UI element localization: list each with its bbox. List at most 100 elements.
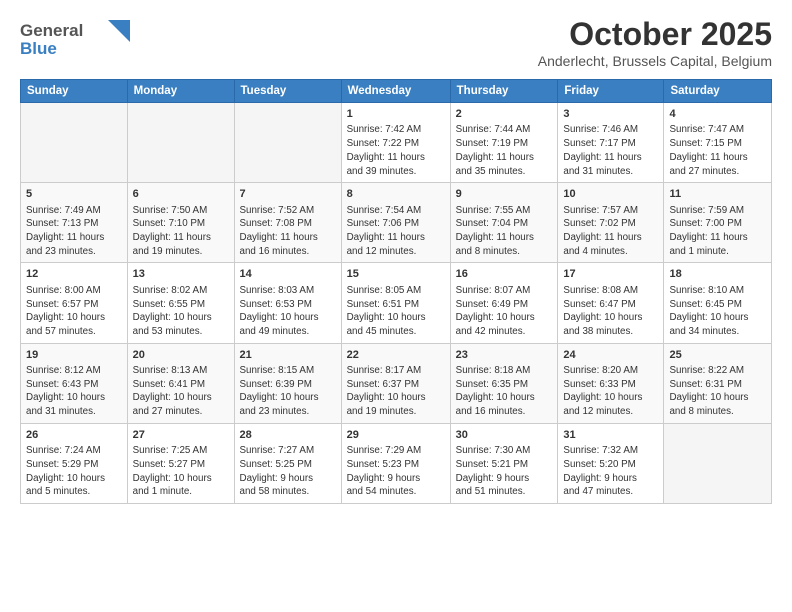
day-info: Sunrise: 7:25 AM Sunset: 5:27 PM Dayligh… — [133, 444, 229, 499]
calendar-cell-w1-d3 — [234, 103, 341, 183]
calendar-cell-w2-d7: 11Sunrise: 7:59 AM Sunset: 7:00 PM Dayli… — [664, 183, 772, 263]
day-info: Sunrise: 7:55 AM Sunset: 7:04 PM Dayligh… — [456, 204, 553, 259]
day-number: 9 — [456, 187, 553, 202]
svg-text:Blue: Blue — [20, 39, 57, 58]
col-sunday: Sunday — [21, 80, 128, 103]
calendar-cell-w2-d1: 5 Sunrise: 7:49 AM Sunset: 7:13 PM Daylig… — [21, 183, 128, 263]
day-number: 5 — [26, 187, 122, 202]
day-info: Sunrise: 8:05 AM Sunset: 6:51 PM Dayligh… — [347, 284, 445, 339]
day-info: Sunrise: 7:50 AM Sunset: 7:10 PM Dayligh… — [133, 204, 229, 259]
calendar-cell-w5-d5: 30Sunrise: 7:30 AM Sunset: 5:21 PM Dayli… — [450, 423, 558, 503]
day-number: 3 — [563, 107, 658, 122]
day-number: 15 — [347, 267, 445, 282]
day-number: 10 — [563, 187, 658, 202]
day-info: Sunrise: 7:52 AM Sunset: 7:08 PM Dayligh… — [240, 204, 336, 259]
day-info: Sunrise: 8:03 AM Sunset: 6:53 PM Dayligh… — [240, 284, 336, 339]
calendar-week-1: 1Sunrise: 7:42 AM Sunset: 7:22 PM Daylig… — [21, 103, 772, 183]
day-info: Sunrise: 7:47 AM Sunset: 7:15 PM Dayligh… — [669, 123, 766, 178]
day-info: Sunrise: 7:29 AM Sunset: 5:23 PM Dayligh… — [347, 444, 445, 499]
col-wednesday: Wednesday — [341, 80, 450, 103]
day-number: 19 — [26, 348, 122, 363]
day-info: Sunrise: 7:57 AM Sunset: 7:02 PM Dayligh… — [563, 204, 658, 259]
day-info: Sunrise: 7:54 AM Sunset: 7:06 PM Dayligh… — [347, 204, 445, 259]
day-number: 8 — [347, 187, 445, 202]
header: General Blue October 2025 Anderlecht, Br… — [20, 16, 772, 69]
day-info: Sunrise: 8:07 AM Sunset: 6:49 PM Dayligh… — [456, 284, 553, 339]
calendar-cell-w1-d4: 1Sunrise: 7:42 AM Sunset: 7:22 PM Daylig… — [341, 103, 450, 183]
month-title: October 2025 — [538, 16, 772, 53]
calendar-week-5: 26Sunrise: 7:24 AM Sunset: 5:29 PM Dayli… — [21, 423, 772, 503]
calendar-cell-w1-d7: 4Sunrise: 7:47 AM Sunset: 7:15 PM Daylig… — [664, 103, 772, 183]
day-number: 28 — [240, 428, 336, 443]
day-number: 31 — [563, 428, 658, 443]
day-number: 26 — [26, 428, 122, 443]
day-number: 30 — [456, 428, 553, 443]
calendar-table: Sunday Monday Tuesday Wednesday Thursday… — [20, 79, 772, 504]
calendar-cell-w3-d5: 16 Sunrise: 8:07 AM Sunset: 6:49 PM Dayli… — [450, 263, 558, 343]
day-info: Sunrise: 7:30 AM Sunset: 5:21 PM Dayligh… — [456, 444, 553, 499]
day-info: Sunrise: 8:02 AM Sunset: 6:55 PM Dayligh… — [133, 284, 229, 339]
day-number: 14 — [240, 267, 336, 282]
calendar-cell-w5-d1: 26Sunrise: 7:24 AM Sunset: 5:29 PM Dayli… — [21, 423, 128, 503]
calendar-cell-w1-d2 — [127, 103, 234, 183]
day-number: 11 — [669, 187, 766, 202]
calendar-cell-w5-d4: 29Sunrise: 7:29 AM Sunset: 5:23 PM Dayli… — [341, 423, 450, 503]
calendar-cell-w2-d3: 7 Sunrise: 7:52 AM Sunset: 7:08 PM Daylig… — [234, 183, 341, 263]
col-friday: Friday — [558, 80, 664, 103]
calendar-cell-w2-d5: 9 Sunrise: 7:55 AM Sunset: 7:04 PM Daylig… — [450, 183, 558, 263]
calendar-cell-w4-d3: 21Sunrise: 8:15 AM Sunset: 6:39 PM Dayli… — [234, 343, 341, 423]
logo-text: General Blue — [20, 16, 130, 65]
day-number: 23 — [456, 348, 553, 363]
day-info: Sunrise: 8:10 AM Sunset: 6:45 PM Dayligh… — [669, 284, 766, 339]
day-info: Sunrise: 8:17 AM Sunset: 6:37 PM Dayligh… — [347, 364, 445, 419]
day-number: 27 — [133, 428, 229, 443]
day-number: 17 — [563, 267, 658, 282]
calendar-cell-w3-d6: 17 Sunrise: 8:08 AM Sunset: 6:47 PM Dayli… — [558, 263, 664, 343]
calendar-week-4: 19Sunrise: 8:12 AM Sunset: 6:43 PM Dayli… — [21, 343, 772, 423]
calendar-cell-w1-d1 — [21, 103, 128, 183]
calendar-cell-w2-d6: 10 Sunrise: 7:57 AM Sunset: 7:02 PM Dayli… — [558, 183, 664, 263]
day-number: 18 — [669, 267, 766, 282]
calendar-cell-w3-d4: 15 Sunrise: 8:05 AM Sunset: 6:51 PM Dayli… — [341, 263, 450, 343]
day-info: Sunrise: 8:22 AM Sunset: 6:31 PM Dayligh… — [669, 364, 766, 419]
calendar-cell-w1-d6: 3Sunrise: 7:46 AM Sunset: 7:17 PM Daylig… — [558, 103, 664, 183]
day-info: Sunrise: 7:27 AM Sunset: 5:25 PM Dayligh… — [240, 444, 336, 499]
location: Anderlecht, Brussels Capital, Belgium — [538, 53, 772, 69]
col-tuesday: Tuesday — [234, 80, 341, 103]
day-info: Sunrise: 7:32 AM Sunset: 5:20 PM Dayligh… — [563, 444, 658, 499]
calendar-cell-w1-d5: 2Sunrise: 7:44 AM Sunset: 7:19 PM Daylig… — [450, 103, 558, 183]
day-number: 7 — [240, 187, 336, 202]
calendar-cell-w4-d5: 23Sunrise: 8:18 AM Sunset: 6:35 PM Dayli… — [450, 343, 558, 423]
calendar-cell-w5-d3: 28Sunrise: 7:27 AM Sunset: 5:25 PM Dayli… — [234, 423, 341, 503]
day-info: Sunrise: 8:13 AM Sunset: 6:41 PM Dayligh… — [133, 364, 229, 419]
day-number: 1 — [347, 107, 445, 122]
logo: General Blue — [20, 16, 130, 65]
day-info: Sunrise: 8:20 AM Sunset: 6:33 PM Dayligh… — [563, 364, 658, 419]
day-info: Sunrise: 7:46 AM Sunset: 7:17 PM Dayligh… — [563, 123, 658, 178]
calendar-week-3: 12Sunrise: 8:00 AM Sunset: 6:57 PM Dayli… — [21, 263, 772, 343]
calendar-cell-w2-d4: 8 Sunrise: 7:54 AM Sunset: 7:06 PM Daylig… — [341, 183, 450, 263]
calendar-cell-w5-d6: 31Sunrise: 7:32 AM Sunset: 5:20 PM Dayli… — [558, 423, 664, 503]
calendar-cell-w4-d7: 25Sunrise: 8:22 AM Sunset: 6:31 PM Dayli… — [664, 343, 772, 423]
calendar-cell-w3-d1: 12Sunrise: 8:00 AM Sunset: 6:57 PM Dayli… — [21, 263, 128, 343]
day-number: 2 — [456, 107, 553, 122]
calendar-cell-w3-d2: 13Sunrise: 8:02 AM Sunset: 6:55 PM Dayli… — [127, 263, 234, 343]
day-info: Sunrise: 8:15 AM Sunset: 6:39 PM Dayligh… — [240, 364, 336, 419]
day-info: Sunrise: 7:24 AM Sunset: 5:29 PM Dayligh… — [26, 444, 122, 499]
calendar-cell-w4-d1: 19Sunrise: 8:12 AM Sunset: 6:43 PM Dayli… — [21, 343, 128, 423]
day-number: 16 — [456, 267, 553, 282]
day-number: 21 — [240, 348, 336, 363]
day-number: 12 — [26, 267, 122, 282]
calendar-cell-w5-d2: 27Sunrise: 7:25 AM Sunset: 5:27 PM Dayli… — [127, 423, 234, 503]
day-number: 25 — [669, 348, 766, 363]
calendar-cell-w3-d3: 14 Sunrise: 8:03 AM Sunset: 6:53 PM Dayli… — [234, 263, 341, 343]
calendar-cell-w3-d7: 18 Sunrise: 8:10 AM Sunset: 6:45 PM Dayli… — [664, 263, 772, 343]
day-info: Sunrise: 7:42 AM Sunset: 7:22 PM Dayligh… — [347, 123, 445, 178]
day-info: Sunrise: 8:08 AM Sunset: 6:47 PM Dayligh… — [563, 284, 658, 339]
title-block: October 2025 Anderlecht, Brussels Capita… — [538, 16, 772, 69]
day-info: Sunrise: 7:49 AM Sunset: 7:13 PM Dayligh… — [26, 204, 122, 259]
page: General Blue October 2025 Anderlecht, Br… — [0, 0, 792, 516]
calendar-cell-w4-d2: 20Sunrise: 8:13 AM Sunset: 6:41 PM Dayli… — [127, 343, 234, 423]
calendar-cell-w4-d6: 24Sunrise: 8:20 AM Sunset: 6:33 PM Dayli… — [558, 343, 664, 423]
day-info: Sunrise: 8:12 AM Sunset: 6:43 PM Dayligh… — [26, 364, 122, 419]
